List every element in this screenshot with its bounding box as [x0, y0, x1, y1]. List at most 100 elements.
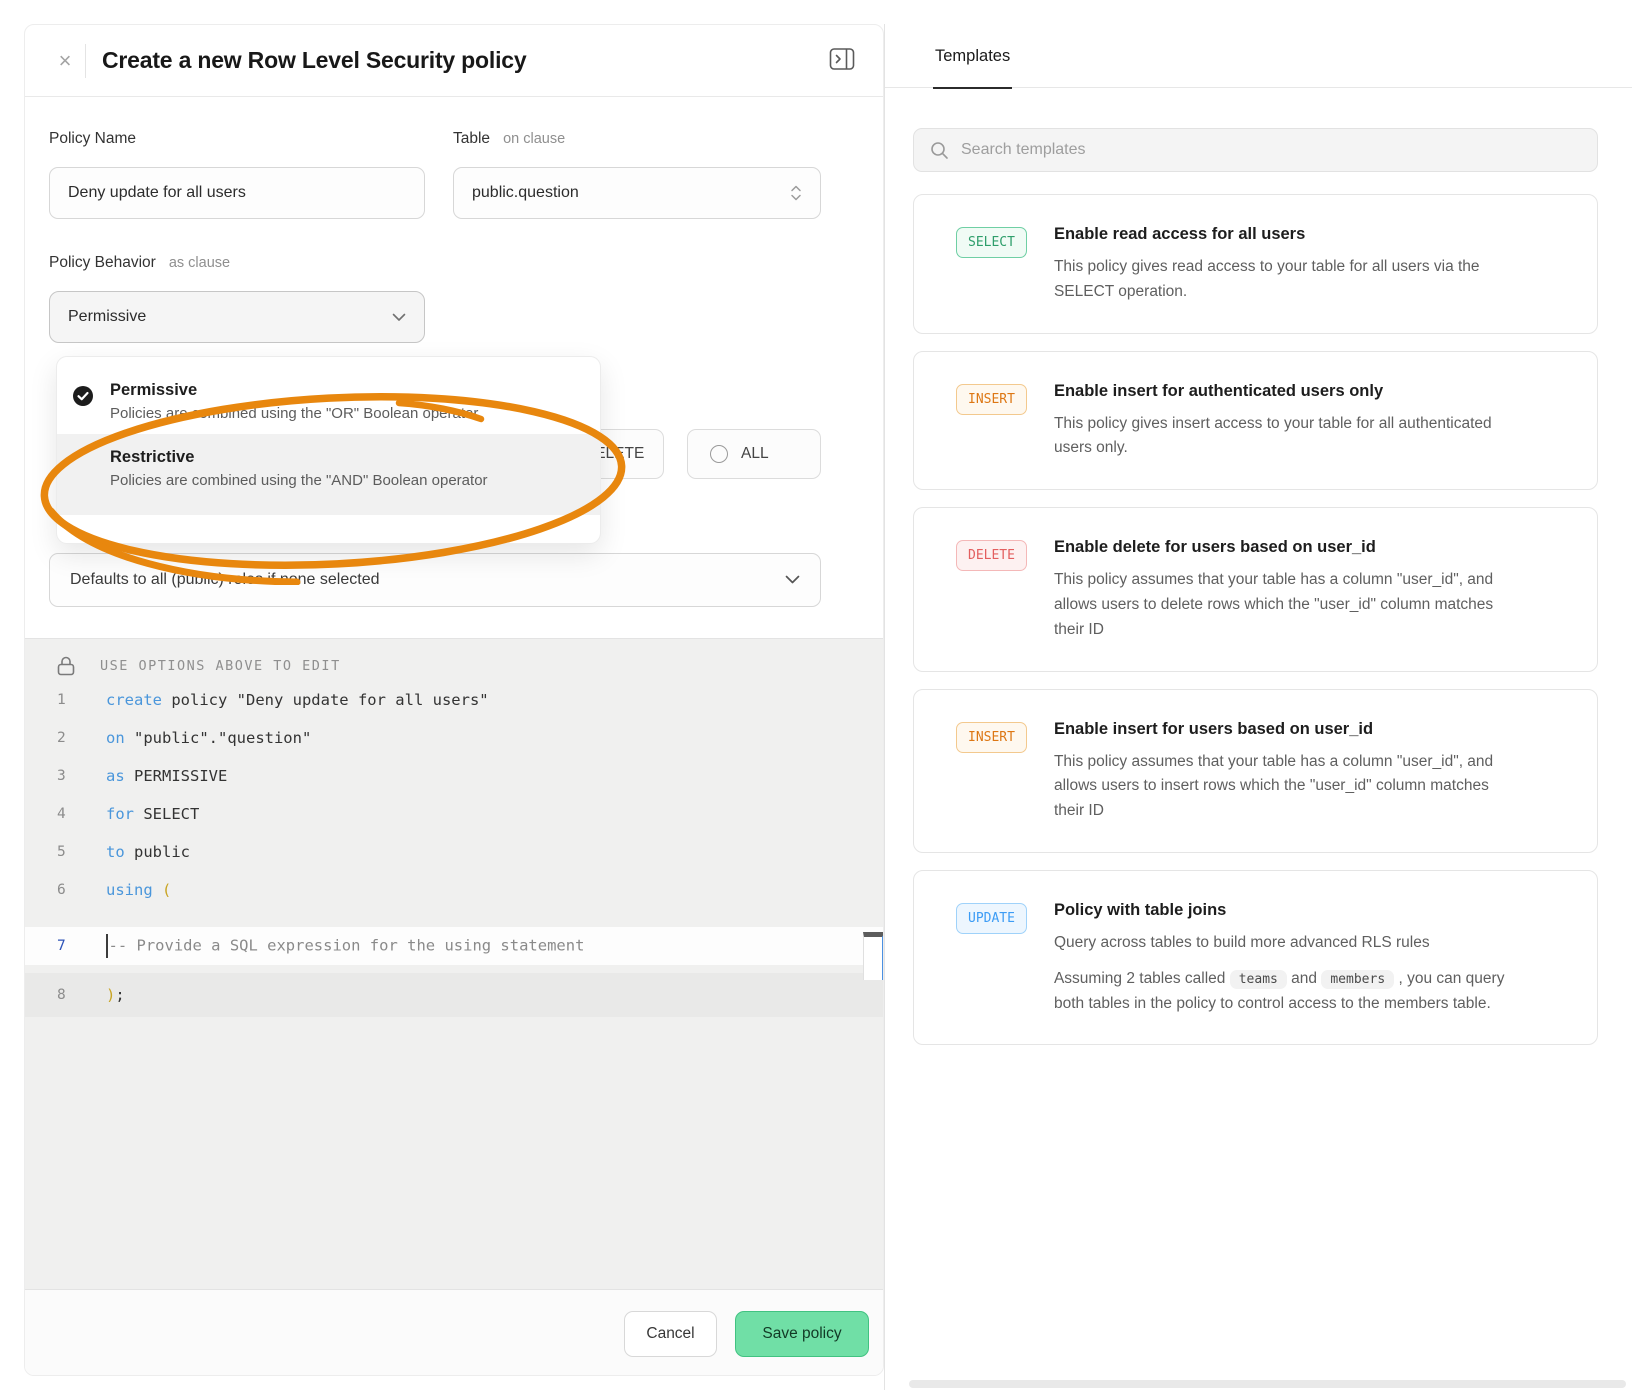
command-option-label: ALL	[741, 445, 769, 463]
rls-policy-dialog: × Create a new Row Level Security policy…	[24, 24, 884, 1376]
editor-notice-text: USE OPTIONS ABOVE TO EDIT	[100, 658, 341, 674]
code-line-2: 2 on "public"."question"	[25, 719, 884, 757]
option-title: Permissive	[110, 381, 580, 400]
templates-content: SELECT Enable read access for all users Th…	[885, 88, 1632, 1045]
text-cursor	[106, 934, 108, 958]
roles-select[interactable]: Defaults to all (public) roles if none s…	[49, 553, 821, 607]
policy-behavior-label: Policy Behavioras clause	[49, 254, 230, 272]
as-clause-label: as clause	[169, 255, 230, 271]
code-lines: 1 create policy "Deny update for all user…	[25, 681, 884, 1017]
command-badge: UPDATE	[956, 903, 1027, 934]
expand-panel-icon[interactable]	[829, 47, 855, 71]
command-badge: SELECT	[956, 227, 1027, 258]
code-line-4: 4 for SELECT	[25, 795, 884, 833]
line-number: 1	[57, 692, 87, 708]
editor-locked-notice: USE OPTIONS ABOVE TO EDIT	[25, 651, 884, 681]
command-badge: INSERT	[956, 722, 1027, 753]
dialog-footer: Cancel Save policy	[25, 1289, 884, 1376]
behavior-select-value: Permissive	[68, 308, 146, 326]
policy-name-input[interactable]: Deny update for all users	[49, 167, 425, 219]
roles-select-value: Defaults to all (public) roles if none s…	[70, 571, 380, 589]
template-card[interactable]: INSERT Enable insert for authenticated us…	[913, 351, 1598, 491]
command-option-all[interactable]: ALL	[687, 429, 821, 479]
template-card[interactable]: INSERT Enable insert for users based on u…	[913, 689, 1598, 853]
radio-icon	[710, 445, 728, 463]
table-label: Tableon clause	[453, 130, 565, 148]
check-circle-icon	[72, 385, 94, 407]
inline-code-chip: members	[1321, 970, 1394, 989]
code-line-5: 5 to public	[25, 833, 884, 871]
line-number: 4	[57, 806, 87, 822]
inline-code-chip: teams	[1230, 970, 1287, 989]
code-line-1: 1 create policy "Deny update for all user…	[25, 681, 884, 719]
line-number: 3	[57, 768, 87, 784]
table-select-value: public.question	[472, 184, 579, 202]
template-description: This policy assumes that your table has …	[1054, 568, 1516, 642]
table-select[interactable]: public.question	[453, 167, 821, 219]
template-description: Assuming 2 tables called teams and membe…	[1054, 967, 1516, 1017]
template-description: This policy gives read access to your ta…	[1054, 255, 1516, 305]
behavior-option-permissive[interactable]: Permissive Policies are combined using th…	[57, 371, 600, 434]
dialog-title: Create a new Row Level Security policy	[102, 47, 526, 74]
tab-templates[interactable]: Templates	[935, 24, 1010, 88]
policy-name-value: Deny update for all users	[68, 184, 246, 202]
cancel-button[interactable]: Cancel	[624, 1311, 717, 1357]
lock-icon	[57, 656, 75, 676]
header-divider	[85, 44, 86, 78]
code-text: -- Provide a SQL expression for the usin…	[106, 934, 584, 958]
option-title: Restrictive	[110, 448, 580, 467]
code-text: create policy "Deny update for all users…	[106, 691, 489, 709]
line-number: 2	[57, 730, 87, 746]
templates-tab-row: Templates	[885, 24, 1632, 88]
template-cards-list: SELECT Enable read access for all users Th…	[913, 194, 1598, 1045]
template-title: Enable delete for users based on user_id	[1054, 538, 1516, 557]
template-card[interactable]: DELETE Enable delete for users based on u…	[913, 507, 1598, 671]
code-text: using (	[106, 881, 171, 899]
code-text: for SELECT	[106, 805, 199, 823]
template-card[interactable]: UPDATE Policy with table joins Query acros…	[913, 870, 1598, 1045]
line-number: 8	[57, 987, 87, 1003]
sql-editor[interactable]: USE OPTIONS ABOVE TO EDIT 1 create policy…	[25, 638, 884, 1289]
template-description: Query across tables to build more advanc…	[1054, 931, 1516, 956]
chevron-down-icon	[785, 575, 800, 585]
behavior-option-restrictive[interactable]: Restrictive Policies are combined using t…	[57, 434, 600, 515]
chevron-down-icon	[392, 313, 406, 322]
save-policy-button[interactable]: Save policy	[735, 1311, 869, 1357]
template-title: Enable read access for all users	[1054, 225, 1516, 244]
line-number: 6	[57, 882, 87, 898]
code-line-3: 3 as PERMISSIVE	[25, 757, 884, 795]
dialog-header: × Create a new Row Level Security policy	[25, 25, 883, 97]
line-number: 5	[57, 844, 87, 860]
templates-panel: Templates SELECT Enable read access for a…	[884, 24, 1632, 1390]
command-badge: INSERT	[956, 384, 1027, 415]
template-title: Enable insert for users based on user_id	[1054, 720, 1516, 739]
editor-scroll-widget[interactable]	[863, 932, 884, 980]
search-icon	[930, 141, 949, 160]
code-line-6: 6 using (	[25, 871, 884, 909]
policy-behavior-select[interactable]: Permissive	[49, 291, 425, 343]
on-clause-label: on clause	[503, 131, 565, 147]
command-badge: DELETE	[956, 540, 1027, 571]
search-templates-box[interactable]	[913, 128, 1598, 172]
code-line-8: 8);	[25, 973, 884, 1017]
template-description: This policy gives insert access to your …	[1054, 412, 1516, 462]
code-text: );	[106, 986, 125, 1004]
line-number: 7	[57, 938, 87, 954]
close-icon[interactable]: ×	[51, 48, 79, 74]
template-title: Policy with table joins	[1054, 901, 1516, 920]
updown-chevron-icon	[790, 184, 802, 202]
code-text: on "public"."question"	[106, 729, 311, 747]
template-card[interactable]: SELECT Enable read access for all users Th…	[913, 194, 1598, 334]
option-description: Policies are combined using the "AND" Bo…	[110, 472, 580, 489]
code-text: as PERMISSIVE	[106, 767, 227, 785]
code-line-7: 7 -- Provide a SQL expression for the usi…	[25, 927, 884, 965]
template-description: This policy assumes that your table has …	[1054, 750, 1516, 824]
panel-bottom-bar	[909, 1380, 1626, 1388]
behavior-dropdown-menu: Permissive Policies are combined using th…	[56, 356, 601, 544]
option-description: Policies are combined using the "OR" Boo…	[110, 405, 580, 422]
code-text: to public	[106, 843, 190, 861]
template-title: Enable insert for authenticated users on…	[1054, 382, 1516, 401]
policy-name-label: Policy Name	[49, 130, 136, 148]
search-templates-input[interactable]	[961, 141, 1561, 159]
screen: × Create a new Row Level Security policy…	[0, 0, 1648, 1400]
